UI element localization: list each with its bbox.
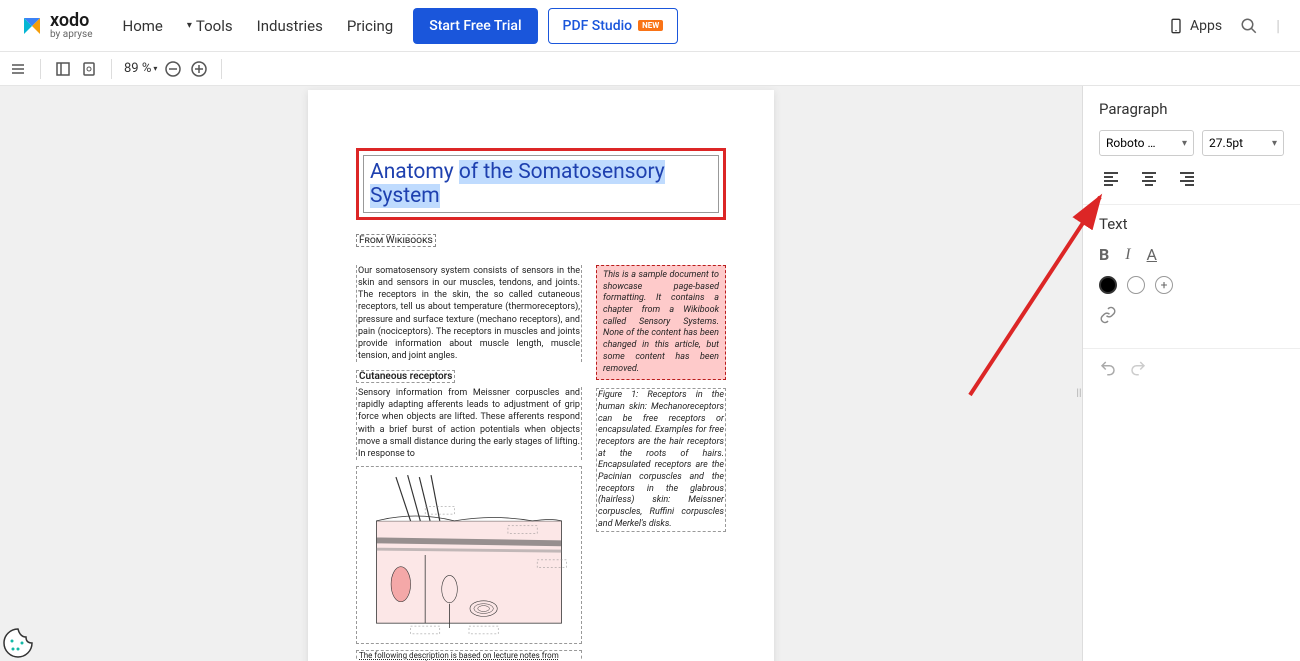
- panel-toggle-icon[interactable]: [53, 59, 73, 79]
- pdf-studio-button[interactable]: PDF Studio NEW: [548, 8, 679, 44]
- separator: [221, 59, 222, 79]
- left-column: Our somatosensory system consists of sen…: [356, 265, 582, 661]
- link-button[interactable]: [1099, 306, 1117, 324]
- menu-icon[interactable]: [8, 59, 28, 79]
- nav-home[interactable]: Home: [123, 17, 163, 35]
- figure-caption-text: Receptors in the human skin: Mechanorece…: [598, 390, 724, 529]
- xodo-logo-icon: [20, 14, 44, 38]
- add-color-button[interactable]: +: [1155, 276, 1173, 294]
- separator: [40, 59, 41, 79]
- nav-pricing[interactable]: Pricing: [347, 17, 393, 35]
- pdf-studio-label: PDF Studio: [563, 18, 633, 34]
- panel-drag-handle[interactable]: ||: [1075, 374, 1083, 414]
- nav-industries[interactable]: Industries: [257, 17, 323, 35]
- start-trial-button[interactable]: Start Free Trial: [413, 8, 537, 44]
- bold-button[interactable]: B: [1099, 245, 1109, 264]
- color-swatch-none[interactable]: [1127, 276, 1145, 294]
- main: Anatomy of the Somatosensory System From…: [0, 86, 1300, 661]
- font-size-select[interactable]: 27.5pt ▾: [1202, 130, 1284, 156]
- undo-button[interactable]: [1099, 359, 1117, 377]
- nav-tools[interactable]: ▾ Tools: [187, 17, 233, 35]
- zoom-in-icon[interactable]: [189, 59, 209, 79]
- font-row: Roboto … ▾ 27.5pt ▾: [1099, 130, 1284, 156]
- align-right-button[interactable]: [1175, 166, 1199, 190]
- color-row: +: [1099, 276, 1284, 294]
- footnote[interactable]: The following description is based on le…: [356, 650, 582, 661]
- align-left-button[interactable]: [1099, 166, 1123, 190]
- sample-note-box[interactable]: This is a sample document to showcase pa…: [596, 265, 726, 380]
- divider: [1083, 204, 1300, 205]
- align-group: [1099, 166, 1284, 190]
- document-area[interactable]: Anatomy of the Somatosensory System From…: [0, 86, 1082, 661]
- zoom-out-icon[interactable]: [163, 59, 183, 79]
- redo-button[interactable]: [1129, 359, 1147, 377]
- zoom-level[interactable]: 89 % ▾: [124, 61, 157, 76]
- text-style-tools: B I A: [1099, 245, 1284, 264]
- underline-button[interactable]: A: [1147, 245, 1157, 264]
- undo-redo-group: [1099, 359, 1284, 377]
- right-column: This is a sample document to showcase pa…: [596, 265, 726, 661]
- chevron-down-icon: ▾: [187, 20, 192, 31]
- chevron-down-icon: ▾: [1182, 138, 1187, 149]
- italic-button[interactable]: I: [1125, 246, 1130, 264]
- header: xodo by apryse Home ▾ Tools Industries P…: [0, 0, 1300, 52]
- figure-caption[interactable]: Figure 1: Receptors in the human skin: M…: [596, 388, 726, 532]
- page-view-icon[interactable]: [79, 59, 99, 79]
- nav-tools-label: Tools: [196, 17, 233, 35]
- logo-text: xodo by apryse: [50, 12, 93, 40]
- subheading-cutaneous[interactable]: Cutaneous receptors: [356, 370, 455, 383]
- separator: [111, 59, 112, 79]
- body-paragraph-2[interactable]: Sensory information from Meissner corpus…: [356, 387, 582, 460]
- chevron-down-icon: ▾: [1272, 138, 1277, 149]
- divider: [1083, 348, 1300, 349]
- apps-label: Apps: [1190, 18, 1222, 34]
- font-size-value: 27.5pt: [1209, 136, 1243, 150]
- chevron-down-icon: ▾: [153, 64, 157, 73]
- zoom-value: 89 %: [124, 61, 151, 76]
- logo[interactable]: xodo by apryse: [20, 12, 93, 40]
- title-edit-highlight: Anatomy of the Somatosensory System: [356, 148, 726, 220]
- text-section-title: Text: [1099, 215, 1284, 233]
- page: Anatomy of the Somatosensory System From…: [308, 90, 774, 661]
- header-right: Apps |: [1168, 16, 1280, 35]
- figure-skin-receptors[interactable]: [356, 466, 582, 644]
- paragraph-section-title: Paragraph: [1099, 100, 1284, 118]
- logo-name: xodo: [50, 12, 93, 30]
- title-text-plain: Anatomy: [370, 160, 459, 184]
- color-swatch-black[interactable]: [1099, 276, 1117, 294]
- nav: Home ▾ Tools Industries Pricing: [123, 17, 394, 35]
- font-family-select[interactable]: Roboto … ▾: [1099, 130, 1194, 156]
- body-paragraph-1[interactable]: Our somatosensory system consists of sen…: [356, 265, 582, 362]
- logo-subtitle: by apryse: [50, 30, 93, 40]
- mobile-icon: [1168, 18, 1184, 34]
- source-line[interactable]: From Wikibooks: [356, 234, 436, 247]
- figure-label: Figure 1:: [598, 390, 638, 400]
- align-center-button[interactable]: [1137, 166, 1161, 190]
- divider-icon: |: [1276, 16, 1280, 35]
- font-family-value: Roboto …: [1106, 136, 1155, 150]
- search-icon[interactable]: [1240, 17, 1258, 35]
- toolbar: 89 % ▾: [0, 52, 1300, 86]
- properties-panel: || Paragraph Roboto … ▾ 27.5pt ▾ Text B …: [1082, 86, 1300, 661]
- title-input[interactable]: Anatomy of the Somatosensory System: [363, 155, 719, 213]
- columns: Our somatosensory system consists of sen…: [356, 265, 726, 661]
- new-badge: NEW: [638, 20, 663, 31]
- cookie-icon[interactable]: [0, 625, 36, 661]
- apps-link[interactable]: Apps: [1168, 18, 1222, 34]
